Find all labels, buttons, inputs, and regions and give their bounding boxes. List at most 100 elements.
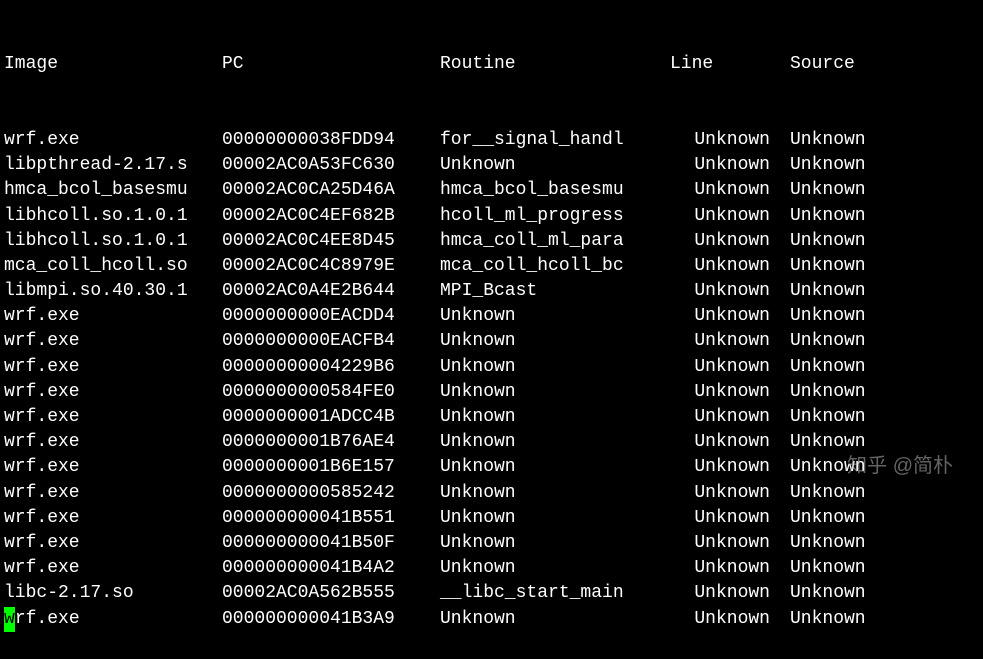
- cell-image: libpthread-2.17.s: [4, 153, 222, 178]
- stack-row: wrf.exe000000000041B551UnknownUnknownUnk…: [4, 506, 979, 531]
- cell-source: Unknown: [790, 153, 979, 178]
- cell-source: Unknown: [790, 178, 979, 203]
- cell-source: Unknown: [790, 329, 979, 354]
- cell-line: Unknown: [670, 153, 790, 178]
- cell-image: wrf.exe: [4, 380, 222, 405]
- cell-pc: 00002AC0C4C8979E: [222, 254, 440, 279]
- stack-row: wrf.exe000000000041B50FUnknownUnknownUnk…: [4, 531, 979, 556]
- cell-pc: 000000000041B551: [222, 506, 440, 531]
- cell-pc: 00000000004229B6: [222, 355, 440, 380]
- cell-routine: for__signal_handl: [440, 128, 670, 153]
- cell-line: Unknown: [670, 229, 790, 254]
- stack-row: wrf.exe0000000000585242UnknownUnknownUnk…: [4, 481, 979, 506]
- cell-image: wrf.exe: [4, 481, 222, 506]
- cell-line: Unknown: [670, 254, 790, 279]
- cell-routine: Unknown: [440, 607, 670, 632]
- cell-pc: 0000000000EACDD4: [222, 304, 440, 329]
- stack-row: wrf.exe0000000000584FE0UnknownUnknownUnk…: [4, 380, 979, 405]
- stack-row: libc-2.17.so00002AC0A562B555__libc_start…: [4, 581, 979, 606]
- stack-row: mca_coll_hcoll.so00002AC0C4C8979Emca_col…: [4, 254, 979, 279]
- stack-row: wrf.exe0000000001B76AE4UnknownUnknownUnk…: [4, 430, 979, 455]
- cell-line: Unknown: [670, 355, 790, 380]
- cell-pc: 00002AC0C4EF682B: [222, 204, 440, 229]
- cell-line: Unknown: [670, 178, 790, 203]
- cell-image: libmpi.so.40.30.1: [4, 279, 222, 304]
- cell-pc: 00002AC0CA25D46A: [222, 178, 440, 203]
- cell-image: wrf.exe: [4, 607, 222, 632]
- cell-pc: 0000000001ADCC4B: [222, 405, 440, 430]
- cell-routine: hcoll_ml_progress: [440, 204, 670, 229]
- cell-image: wrf.exe: [4, 455, 222, 480]
- cell-routine: Unknown: [440, 153, 670, 178]
- stack-row: wrf.exe0000000001B6E157UnknownUnknownUnk…: [4, 455, 979, 480]
- cell-line: Unknown: [670, 304, 790, 329]
- cell-image: hmca_bcol_basesmu: [4, 178, 222, 203]
- cell-line: Unknown: [670, 279, 790, 304]
- stack-row: wrf.exe0000000000EACFB4UnknownUnknownUnk…: [4, 329, 979, 354]
- stack-row: wrf.exe000000000041B3A9UnknownUnknownUnk…: [4, 607, 979, 632]
- cell-source: Unknown: [790, 405, 979, 430]
- cell-source: Unknown: [790, 430, 979, 455]
- cell-pc: 0000000000EACFB4: [222, 329, 440, 354]
- cell-routine: hmca_bcol_basesmu: [440, 178, 670, 203]
- header-row: Image PC Routine Line Source: [4, 52, 979, 77]
- cell-image: wrf.exe: [4, 531, 222, 556]
- stack-row: wrf.exe000000000041B4A2UnknownUnknownUnk…: [4, 556, 979, 581]
- cell-source: Unknown: [790, 581, 979, 606]
- header-line: Line: [670, 52, 790, 77]
- cell-routine: Unknown: [440, 405, 670, 430]
- cell-source: Unknown: [790, 506, 979, 531]
- cell-routine: Unknown: [440, 329, 670, 354]
- cell-source: Unknown: [790, 229, 979, 254]
- cell-routine: Unknown: [440, 380, 670, 405]
- cell-image: wrf.exe: [4, 556, 222, 581]
- cell-pc: 00002AC0A4E2B644: [222, 279, 440, 304]
- cell-pc: 0000000001B6E157: [222, 455, 440, 480]
- cell-line: Unknown: [670, 405, 790, 430]
- cell-routine: MPI_Bcast: [440, 279, 670, 304]
- cell-line: Unknown: [670, 455, 790, 480]
- cell-source: Unknown: [790, 204, 979, 229]
- cell-line: Unknown: [670, 380, 790, 405]
- cell-image: wrf.exe: [4, 355, 222, 380]
- cell-image: mca_coll_hcoll.so: [4, 254, 222, 279]
- cell-source: Unknown: [790, 254, 979, 279]
- cell-image: wrf.exe: [4, 506, 222, 531]
- stack-row: libhcoll.so.1.0.100002AC0C4EF682Bhcoll_m…: [4, 204, 979, 229]
- cell-routine: mca_coll_hcoll_bc: [440, 254, 670, 279]
- cell-pc: 000000000041B4A2: [222, 556, 440, 581]
- stack-row: wrf.exe00000000004229B6UnknownUnknownUnk…: [4, 355, 979, 380]
- cell-source: Unknown: [790, 380, 979, 405]
- cell-line: Unknown: [670, 506, 790, 531]
- cell-source: Unknown: [790, 304, 979, 329]
- stack-row: libhcoll.so.1.0.100002AC0C4EE8D45hmca_co…: [4, 229, 979, 254]
- cell-image: libc-2.17.so: [4, 581, 222, 606]
- header-image: Image: [4, 52, 222, 77]
- cell-image: wrf.exe: [4, 304, 222, 329]
- header-pc: PC: [222, 52, 440, 77]
- stack-row: libmpi.so.40.30.100002AC0A4E2B644MPI_Bca…: [4, 279, 979, 304]
- cell-source: Unknown: [790, 455, 979, 480]
- cell-routine: Unknown: [440, 481, 670, 506]
- stack-row: wrf.exe0000000000EACDD4UnknownUnknownUnk…: [4, 304, 979, 329]
- cell-routine: Unknown: [440, 455, 670, 480]
- cell-image: libhcoll.so.1.0.1: [4, 204, 222, 229]
- cell-pc: 0000000000585242: [222, 481, 440, 506]
- cell-pc: 00002AC0C4EE8D45: [222, 229, 440, 254]
- cell-routine: Unknown: [440, 430, 670, 455]
- cell-image: wrf.exe: [4, 329, 222, 354]
- cell-line: Unknown: [670, 481, 790, 506]
- cell-line: Unknown: [670, 581, 790, 606]
- cell-image: wrf.exe: [4, 405, 222, 430]
- cell-pc: 00000000038FDD94: [222, 128, 440, 153]
- cell-source: Unknown: [790, 355, 979, 380]
- stack-row: hmca_bcol_basesmu00002AC0CA25D46Ahmca_bc…: [4, 178, 979, 203]
- cell-image: wrf.exe: [4, 128, 222, 153]
- header-routine: Routine: [440, 52, 670, 77]
- cell-pc: 000000000041B3A9: [222, 607, 440, 632]
- cell-pc: 0000000000584FE0: [222, 380, 440, 405]
- cell-source: Unknown: [790, 128, 979, 153]
- cell-line: Unknown: [670, 430, 790, 455]
- cell-pc: 000000000041B50F: [222, 531, 440, 556]
- cell-line: Unknown: [670, 329, 790, 354]
